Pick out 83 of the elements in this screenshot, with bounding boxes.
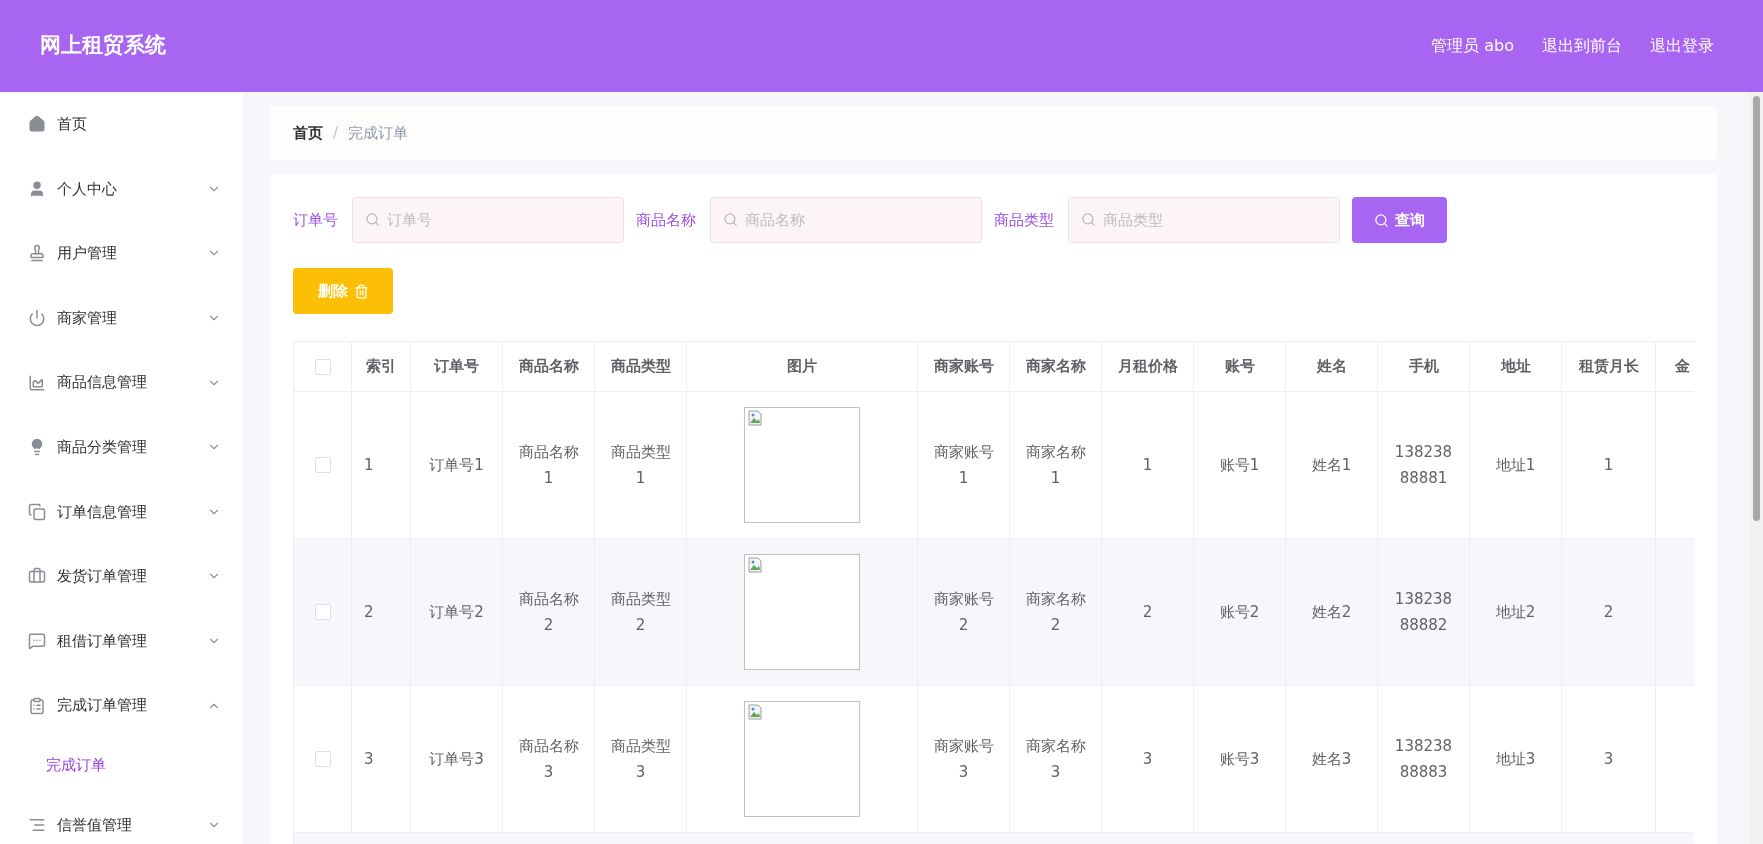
table-cell-text: 商家账号3 [932,736,995,783]
table-cell-text: 3 [1142,749,1153,770]
table-cell-text: 商家名称2 [1024,589,1087,636]
user-icon [28,179,46,198]
table-cell-text: 1 [1603,455,1614,476]
breadcrumb-separator: / [333,122,339,144]
trash-icon [353,283,369,299]
copy-icon [28,502,46,521]
header-link[interactable]: 退出登录 [1650,34,1714,58]
table-cell-text: 商品名称1 [517,442,580,489]
search-icon [1374,212,1389,228]
briefcase-icon [28,567,46,586]
chart-icon [28,373,46,392]
table-cell-text: 2 [1142,602,1153,623]
home-icon [28,115,46,134]
sidebar-item[interactable]: 商家管理 [0,285,243,351]
search-label: 商品类型 [994,209,1054,231]
table-cell-text: 商家账号1 [932,442,995,489]
search-icon [365,212,380,227]
table-cell-text: 2 [364,602,374,623]
sidebar-item[interactable]: 用户管理 [0,221,243,286]
sidebar-subitem[interactable]: 完成订单 [0,737,243,793]
sidebar-item[interactable]: 个人中心 [0,156,243,222]
table-cell-text: 账号2 [1219,602,1260,623]
app-title: 网上租贸系统 [40,32,166,60]
table-cell-text: 13823888883 [1393,736,1454,783]
table-cell-text: 13823888882 [1393,589,1454,636]
search-icon [1081,212,1096,227]
sidebar-item[interactable]: 发货订单管理 [0,544,243,609]
table-cell-text: 商家账号2 [932,589,995,636]
table-cell-text: 订单号2 [429,602,484,623]
broken-image-icon [747,704,763,720]
table-cell-text: 地址1 [1495,455,1536,476]
table-cell-text: 3 [1603,749,1614,770]
table-cell-text: 商家名称1 [1024,442,1087,489]
search-button[interactable]: 查询 [1352,197,1447,243]
search-field[interactable]: 订单号 [352,197,624,243]
table-cell-text: 订单号3 [429,749,484,770]
clipboard-icon [28,696,46,715]
table-cell-text: 订单号1 [429,455,484,476]
sidebar-item[interactable]: 首页 [0,92,243,157]
table-cell-text: 地址2 [1495,602,1536,623]
table-cell-text: 1 [1142,455,1153,476]
table-cell-text: 账号1 [1219,455,1260,476]
search-field[interactable]: 商品类型 [1068,197,1340,243]
table-cell-text: 3 [364,749,374,770]
table-cell-text: 商家名称3 [1024,736,1087,783]
scrollbar-thumb[interactable] [1753,96,1760,521]
header-link[interactable]: 管理员 abo [1431,34,1514,58]
checkbox[interactable] [314,604,331,620]
checkbox[interactable] [314,358,331,375]
search-label: 订单号 [293,209,338,231]
table-cell-text: 姓名3 [1311,749,1352,770]
sidebar-item[interactable]: 租借订单管理 [0,608,243,674]
header-link[interactable]: 退出到前台 [1542,34,1622,58]
table-cell-text: 1 [364,455,374,476]
sidebar-item[interactable]: 信誉值管理 [0,792,243,844]
sidebar-item[interactable]: 完成订单管理 [0,673,243,738]
broken-image-icon [747,410,763,426]
search-icon [723,212,738,227]
table-cell-text: 商品类型3 [609,736,672,783]
stamp-icon [28,244,46,263]
table-cell-text: 姓名1 [1311,455,1352,476]
table-cell-text: 地址3 [1495,749,1536,770]
search-label: 商品名称 [636,209,696,231]
table-cell-text: 2 [1603,602,1614,623]
table-cell-text: 商品名称2 [517,589,580,636]
table-cell-text: 商品类型2 [609,589,672,636]
search-field[interactable]: 商品名称 [710,197,982,243]
table-cell-text: 商品名称3 [517,736,580,783]
broken-image-icon [747,557,763,573]
table-cell-text: 账号3 [1219,749,1260,770]
table-cell-text: 姓名2 [1311,602,1352,623]
chat-icon [28,632,46,651]
sidebar-item[interactable]: 订单信息管理 [0,479,243,545]
breadcrumb-link[interactable]: 首页 [293,121,323,145]
sidebar-item[interactable]: 商品信息管理 [0,350,243,415]
table-cell-text: 13823888881 [1393,442,1454,489]
table-cell-text: 商品类型1 [609,442,672,489]
sidebar-item[interactable]: 商品分类管理 [0,414,243,480]
checkbox[interactable] [314,457,331,473]
checkbox[interactable] [314,751,331,767]
power-icon [28,309,46,328]
